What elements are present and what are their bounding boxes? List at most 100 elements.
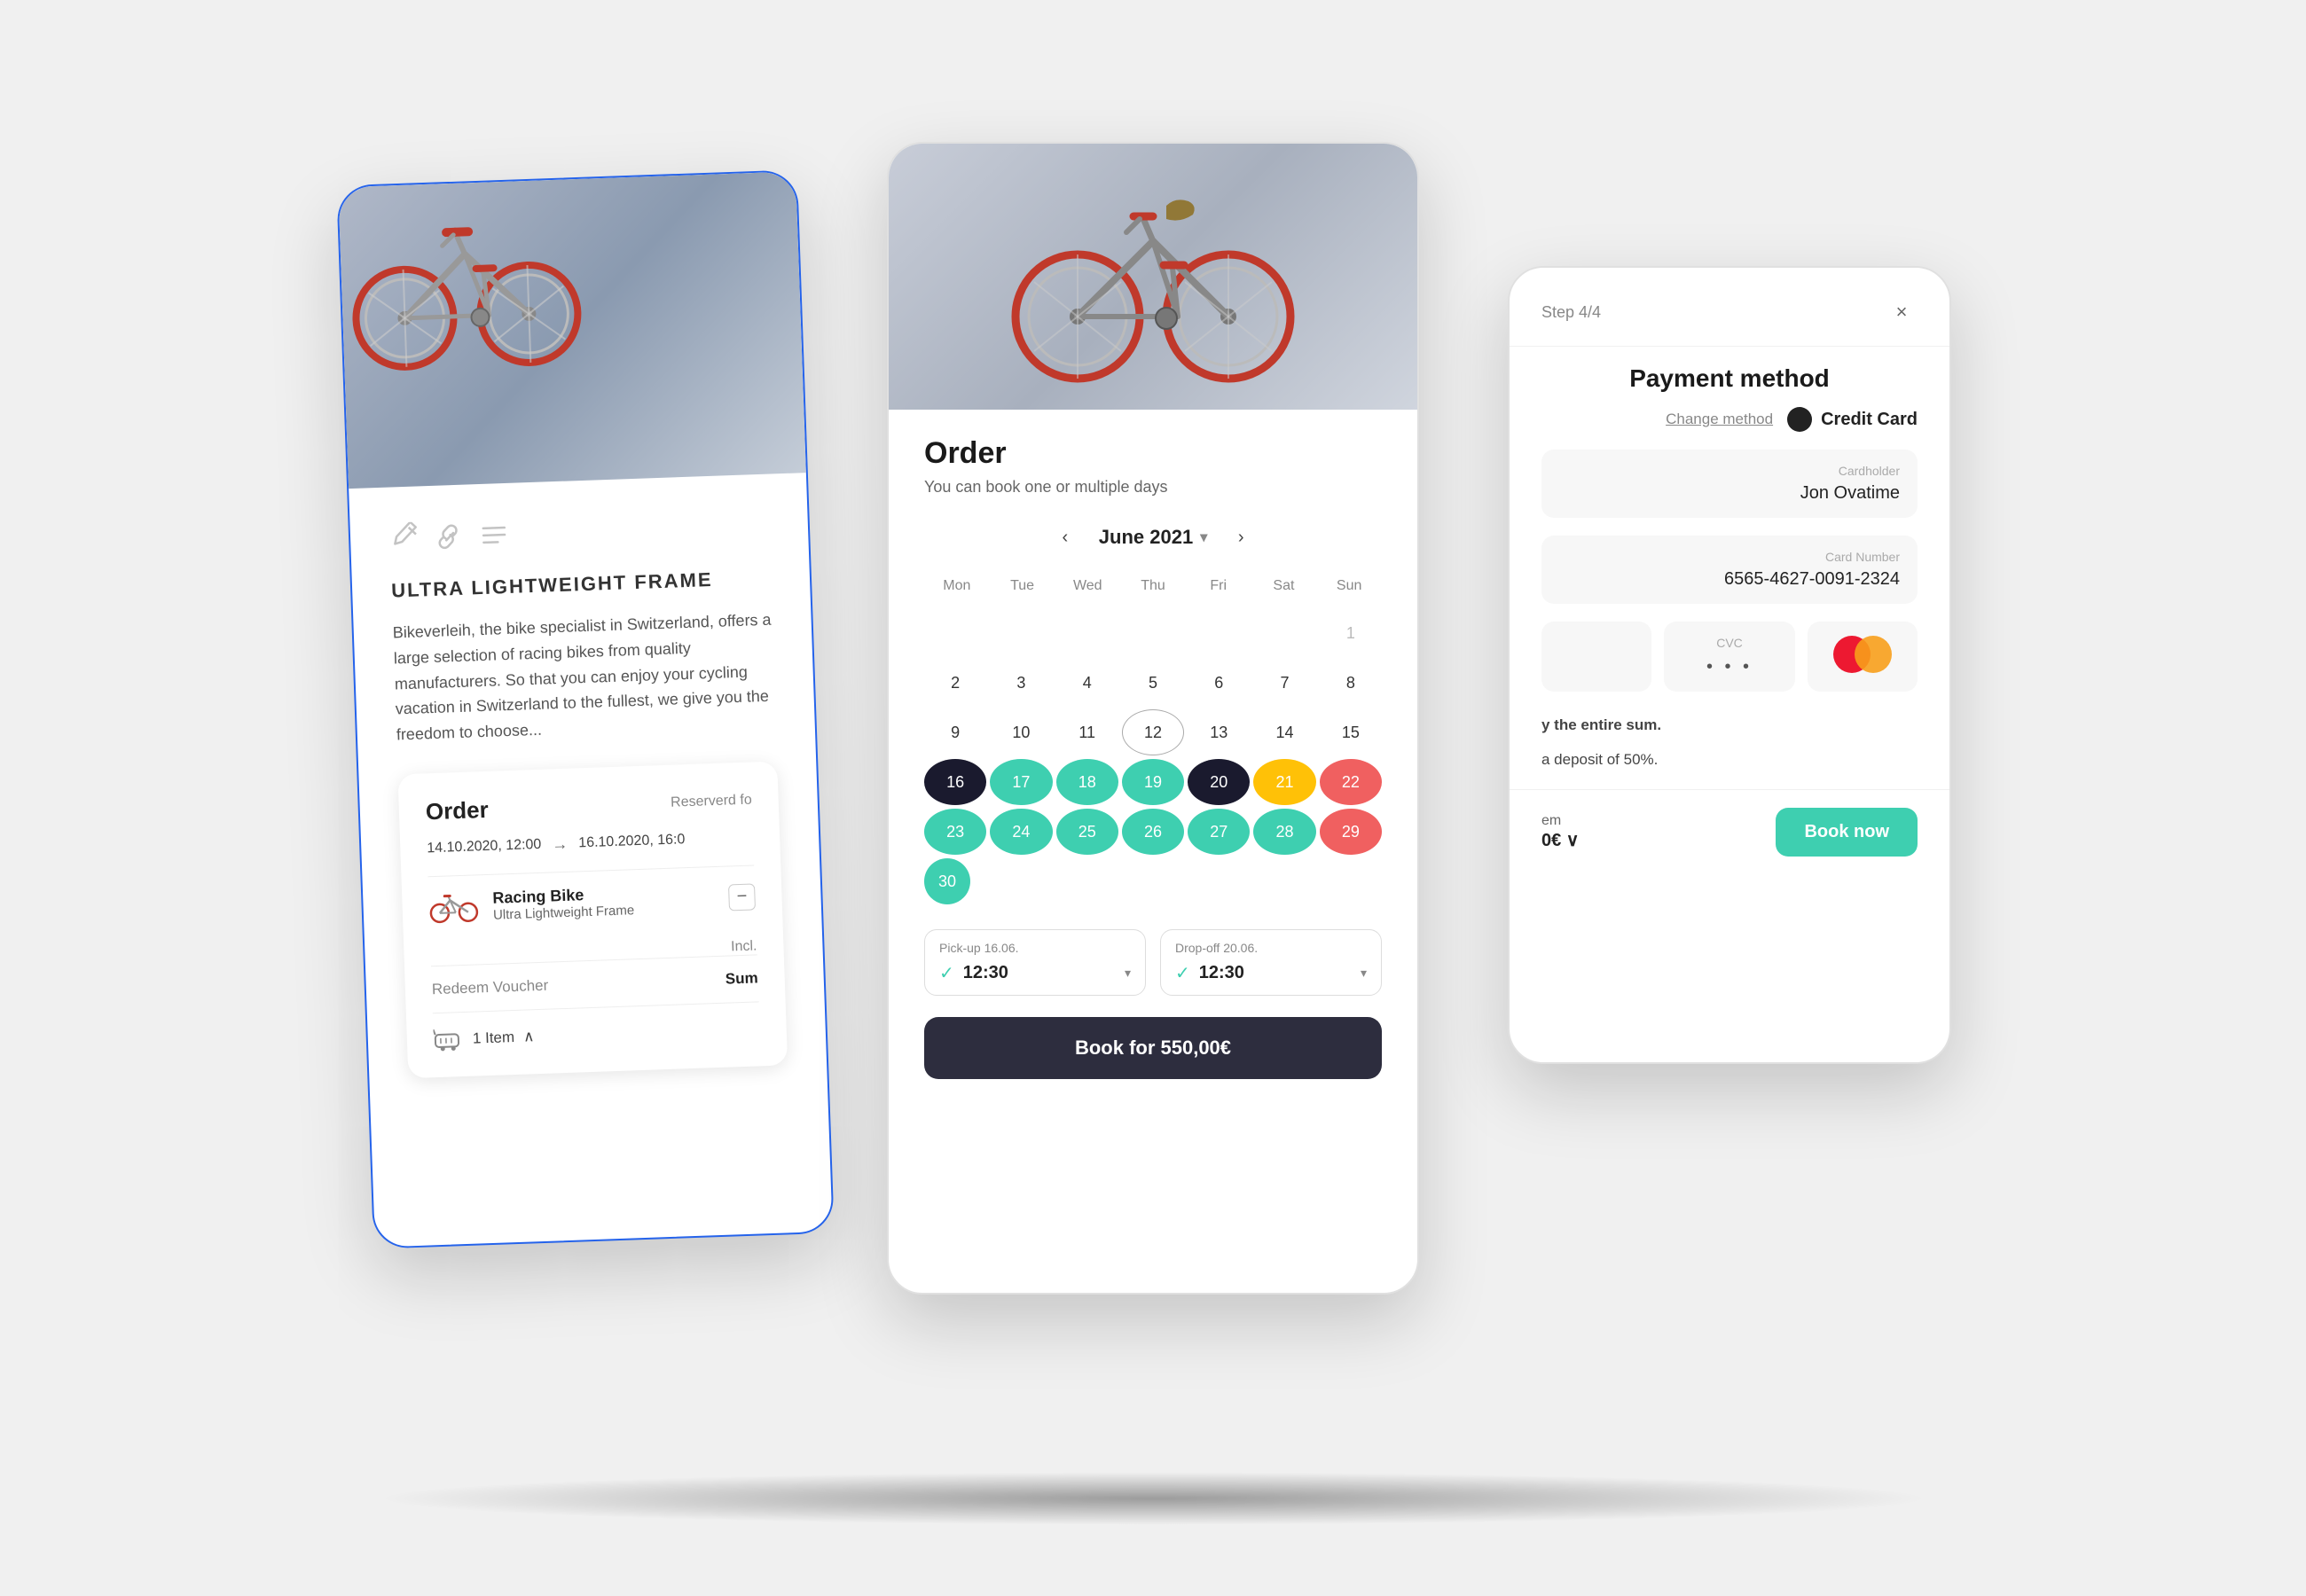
- cal-day-23[interactable]: 23: [924, 809, 986, 855]
- payment-type-label: Credit Card: [1821, 410, 1918, 430]
- link-icon[interactable]: [433, 520, 466, 553]
- edit-icon[interactable]: [389, 521, 422, 554]
- payment-info-section: y the entire sum. a deposit of 50%.: [1510, 713, 1949, 771]
- cart-icon: [433, 1027, 464, 1052]
- total-left-section: em 0€ ∨: [1541, 813, 1579, 851]
- card-shadow: [373, 1472, 1933, 1525]
- pickup-check-icon: ✓: [939, 962, 954, 984]
- cal-day-14[interactable]: 14: [1253, 709, 1315, 755]
- cal-day-20[interactable]: 20: [1188, 759, 1250, 805]
- product-image-center: [889, 144, 1417, 410]
- cal-day-13[interactable]: 13: [1188, 709, 1250, 755]
- item-minus-button[interactable]: −: [728, 883, 756, 911]
- cardholder-field[interactable]: Cardholder Jon Ovatime: [1541, 450, 1918, 518]
- order-heading: Order: [924, 436, 1382, 471]
- payment-footer: em 0€ ∨ Book now: [1510, 789, 1949, 881]
- voucher-link[interactable]: Redeem Voucher: [432, 977, 549, 999]
- dropoff-box[interactable]: Drop-off 20.06. ✓ 12:30 ▾: [1160, 929, 1382, 996]
- order-mini-title: Order: [425, 796, 489, 825]
- cal-day-28[interactable]: 28: [1253, 809, 1315, 855]
- card-left-content: ULTRA LIGHTWEIGHT FRAME Bikeverleih, the…: [349, 473, 827, 1115]
- cal-day-8[interactable]: 8: [1320, 660, 1382, 706]
- footer-item-label: em: [1541, 813, 1579, 829]
- sum-label: Sum: [726, 969, 759, 988]
- card-number-field[interactable]: Card Number 6565-4627-0091-2324: [1541, 536, 1918, 604]
- cal-day-30[interactable]: 30: [924, 858, 970, 904]
- book-now-button[interactable]: Book now: [1776, 808, 1918, 857]
- cal-day-22[interactable]: 22: [1320, 759, 1382, 805]
- order-date-from: 14.10.2020, 12:00: [427, 837, 542, 857]
- cardholder-value: Jon Ovatime: [1559, 483, 1900, 504]
- cal-day-3[interactable]: 3: [990, 660, 1052, 706]
- product-title: ULTRA LIGHTWEIGHT FRAME: [391, 567, 772, 603]
- cvc-dots: • • •: [1682, 657, 1778, 677]
- step-label: Step 4/4: [1541, 303, 1601, 322]
- cal-day-15[interactable]: 15: [1320, 709, 1382, 755]
- product-description: Bikeverleih, the bike specialist in Swit…: [392, 607, 776, 748]
- cal-day-21[interactable]: 21: [1253, 759, 1315, 805]
- cal-day-25[interactable]: 25: [1056, 809, 1118, 855]
- cal-day-5[interactable]: 5: [1122, 660, 1184, 706]
- card-number-value: 6565-4627-0091-2324: [1559, 569, 1900, 590]
- cal-day-7[interactable]: 7: [1253, 660, 1315, 706]
- cal-day-18[interactable]: 18: [1056, 759, 1118, 805]
- change-method-link[interactable]: Change method: [1666, 411, 1773, 428]
- payment-info-full: y the entire sum.: [1541, 713, 1918, 737]
- cal-day-10[interactable]: 10: [990, 709, 1052, 755]
- cardholder-label: Cardholder: [1559, 464, 1900, 478]
- calendar-nav: ‹ June 2021 ▾ ›: [924, 521, 1382, 553]
- lines-icon[interactable]: [477, 519, 510, 552]
- cal-day-17[interactable]: 17: [990, 759, 1052, 805]
- cal-day-9[interactable]: 9: [924, 709, 986, 755]
- cvc-row: CVC • • •: [1541, 622, 1918, 692]
- order-mini-card: Order Reserverd fo 14.10.2020, 12:00 → 1…: [397, 761, 788, 1078]
- cal-day-29[interactable]: 29: [1320, 809, 1382, 855]
- cal-day-26[interactable]: 26: [1122, 809, 1184, 855]
- cal-day-16[interactable]: 16: [924, 759, 986, 805]
- order-item-row: Racing Bike Ultra Lightweight Frame −: [427, 864, 756, 939]
- pickup-label: Pick-up 16.06.: [939, 941, 1131, 955]
- month-chevron: ▾: [1200, 528, 1207, 546]
- bike-thumbnail: [428, 890, 479, 924]
- cal-day-24[interactable]: 24: [990, 809, 1052, 855]
- card-left: ULTRA LIGHTWEIGHT FRAME Bikeverleih, the…: [336, 169, 835, 1248]
- credit-card-dot: [1787, 407, 1812, 432]
- pickup-dropoff-row: Pick-up 16.06. ✓ 12:30 ▾ Drop-off 20.06.…: [924, 929, 1382, 996]
- day-thu: Thu: [1120, 571, 1186, 601]
- book-button[interactable]: Book for 550,00€: [924, 1017, 1382, 1079]
- prev-month-button[interactable]: ‹: [1049, 521, 1081, 553]
- cal-day-6[interactable]: 6: [1188, 660, 1250, 706]
- cart-chevron: ∧: [523, 1028, 535, 1045]
- pickup-chevron-icon: ▾: [1125, 966, 1131, 981]
- cvc-mc-box: [1808, 622, 1918, 692]
- cal-day-2[interactable]: 2: [924, 660, 986, 706]
- order-dates-row: 14.10.2020, 12:00 → 16.10.2020, 16:0: [427, 828, 754, 858]
- cal-day-11[interactable]: 11: [1056, 709, 1118, 755]
- calendar-grid: 1 2 3 4 5 6 7 8 9 10 11 12 13 14 15 16 1…: [924, 610, 1382, 904]
- cal-day-27[interactable]: 27: [1188, 809, 1250, 855]
- dropoff-label: Drop-off 20.06.: [1175, 941, 1367, 955]
- day-wed: Wed: [1055, 571, 1120, 601]
- cal-day-19[interactable]: 19: [1122, 759, 1184, 805]
- cvc-label: CVC: [1682, 636, 1778, 650]
- order-date-to: 16.10.2020, 16:0: [578, 833, 686, 852]
- cal-day-4[interactable]: 4: [1056, 660, 1118, 706]
- dropoff-time: 12:30: [1199, 963, 1244, 983]
- mc-orange-circle: [1855, 636, 1892, 673]
- next-month-button[interactable]: ›: [1225, 521, 1257, 553]
- day-sun: Sun: [1316, 571, 1382, 601]
- card-right: Step 4/4 × Payment method Change method …: [1508, 266, 1951, 1064]
- order-arrow-icon: →: [552, 835, 569, 855]
- day-fri: Fri: [1186, 571, 1251, 601]
- pickup-time-row: ✓ 12:30 ▾: [939, 962, 1131, 984]
- cvc-field[interactable]: CVC • • •: [1664, 622, 1796, 692]
- cal-day-1[interactable]: 1: [1320, 610, 1382, 656]
- close-button[interactable]: ×: [1886, 296, 1918, 328]
- payment-title: Payment method: [1510, 347, 1949, 407]
- day-sat: Sat: [1251, 571, 1317, 601]
- scene: ULTRA LIGHTWEIGHT FRAME Bikeverleih, the…: [177, 89, 2129, 1507]
- order-subtext: You can book one or multiple days: [924, 478, 1382, 497]
- cal-day-12[interactable]: 12: [1122, 709, 1184, 755]
- pickup-box[interactable]: Pick-up 16.06. ✓ 12:30 ▾: [924, 929, 1146, 996]
- order-section: Order You can book one or multiple days …: [889, 410, 1417, 1106]
